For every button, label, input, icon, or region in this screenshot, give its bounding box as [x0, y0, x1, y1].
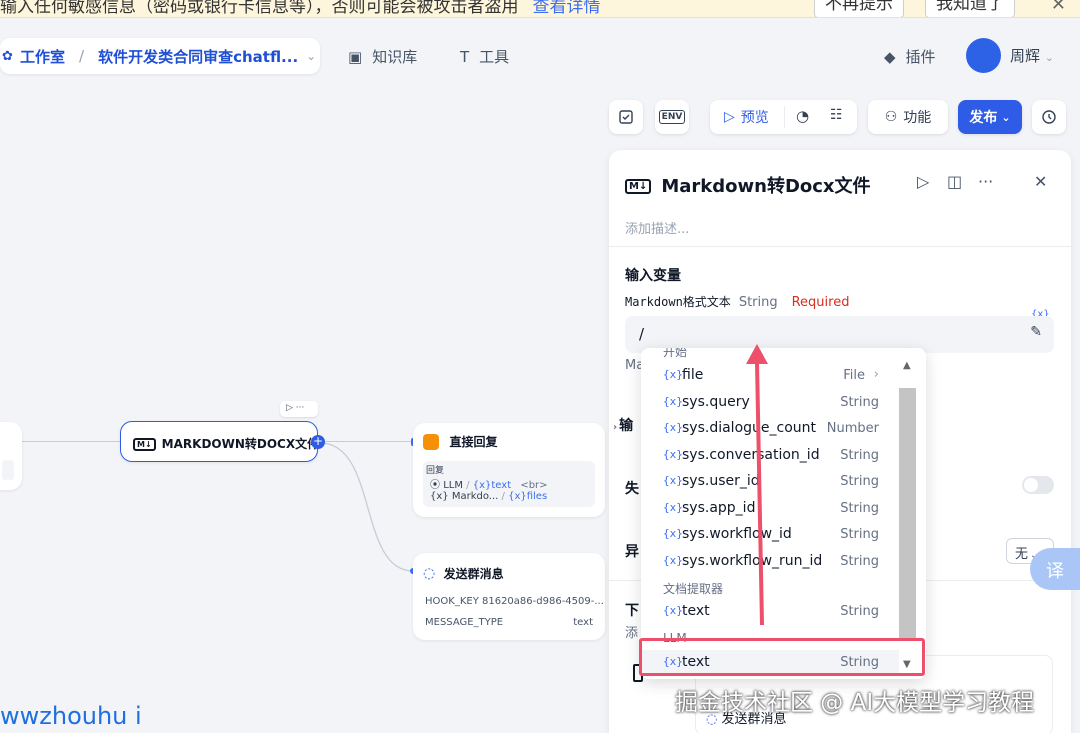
- translate-button[interactable]: 译: [1030, 548, 1080, 590]
- watermark-right: 掘金技术社区 @ AI大模型学习教程: [675, 690, 1035, 716]
- annotation-arrow: [746, 344, 768, 626]
- watermark-left: wwzhouhu i: [0, 702, 142, 730]
